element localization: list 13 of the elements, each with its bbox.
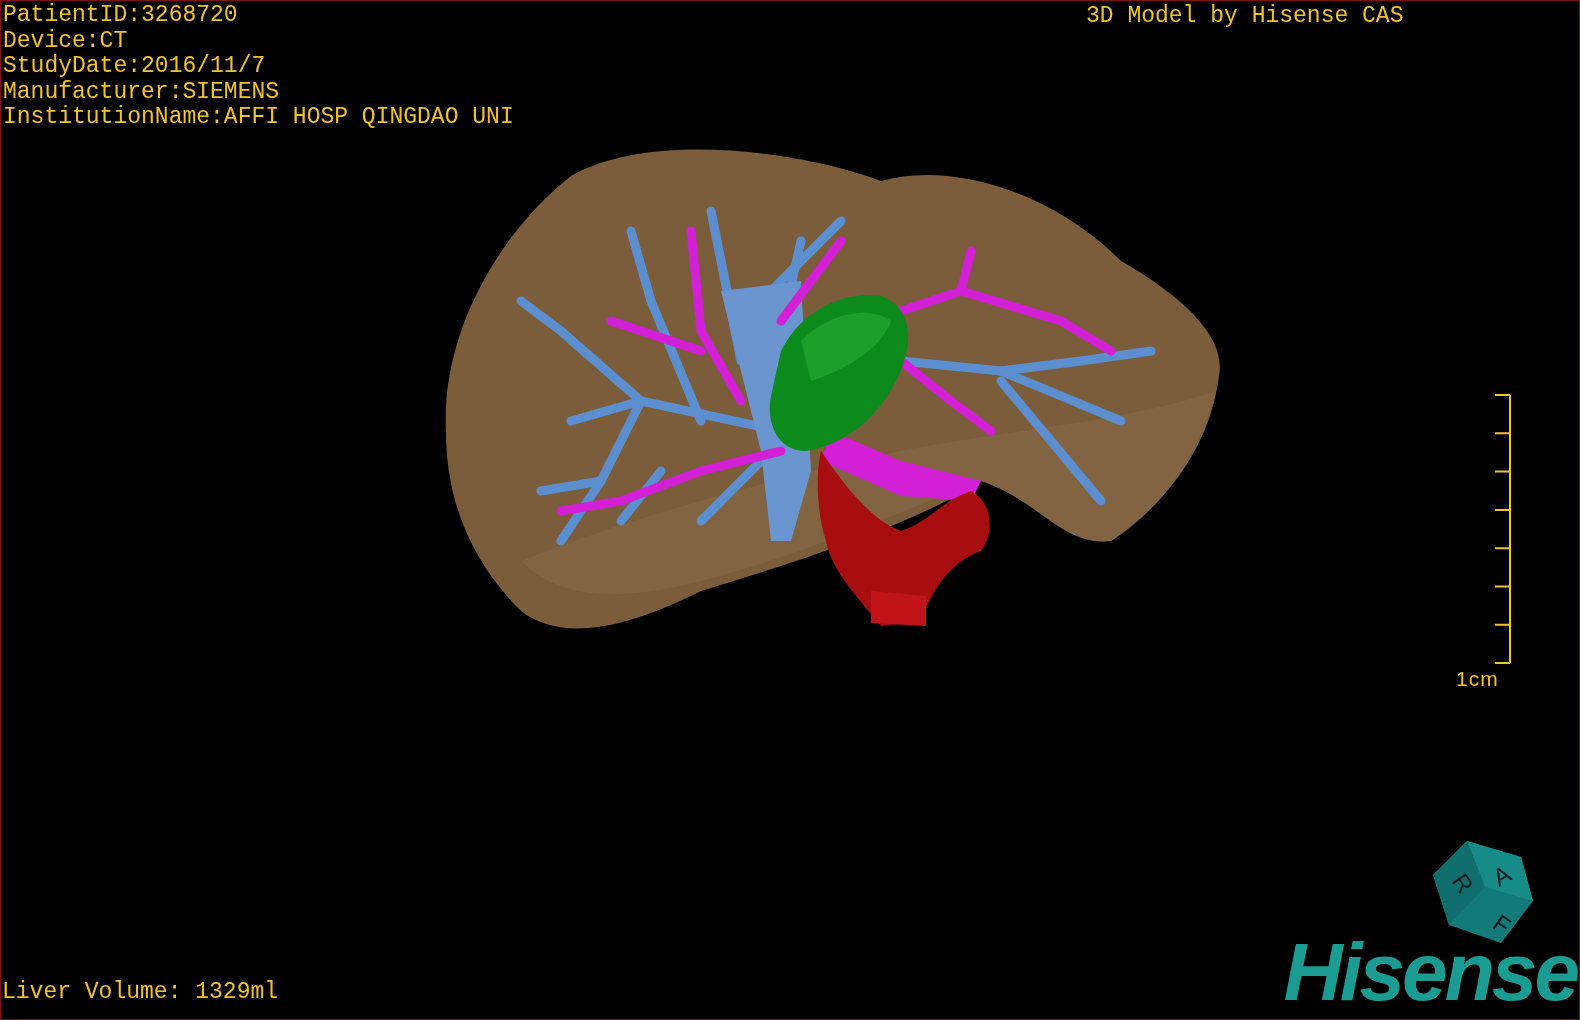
study-info-text: InstitutionName:AFFI HOSP QINGDAO UNI [3,105,514,131]
study-info-text: Manufacturer:SIEMENS [3,79,281,105]
credit-text: 3D Model by Hisense CAS [1086,4,1404,29]
study-info-text: PatientID:3268720 [3,3,239,29]
orientation-cube[interactable] [1433,841,1533,943]
study-info-text: Device:CT [3,28,129,54]
cube-face-label: R [1446,868,1479,899]
logo-text: Hisense [1283,939,1577,1005]
scale-label: 1cm [1456,667,1499,691]
cube-face-label: F [1488,909,1516,940]
cube-face-label: A [1488,859,1516,892]
liver-volume-text: Liver Volume: 1329ml [2,980,279,1005]
study-info-text: StudyDate:2016/11/7 [3,54,267,80]
